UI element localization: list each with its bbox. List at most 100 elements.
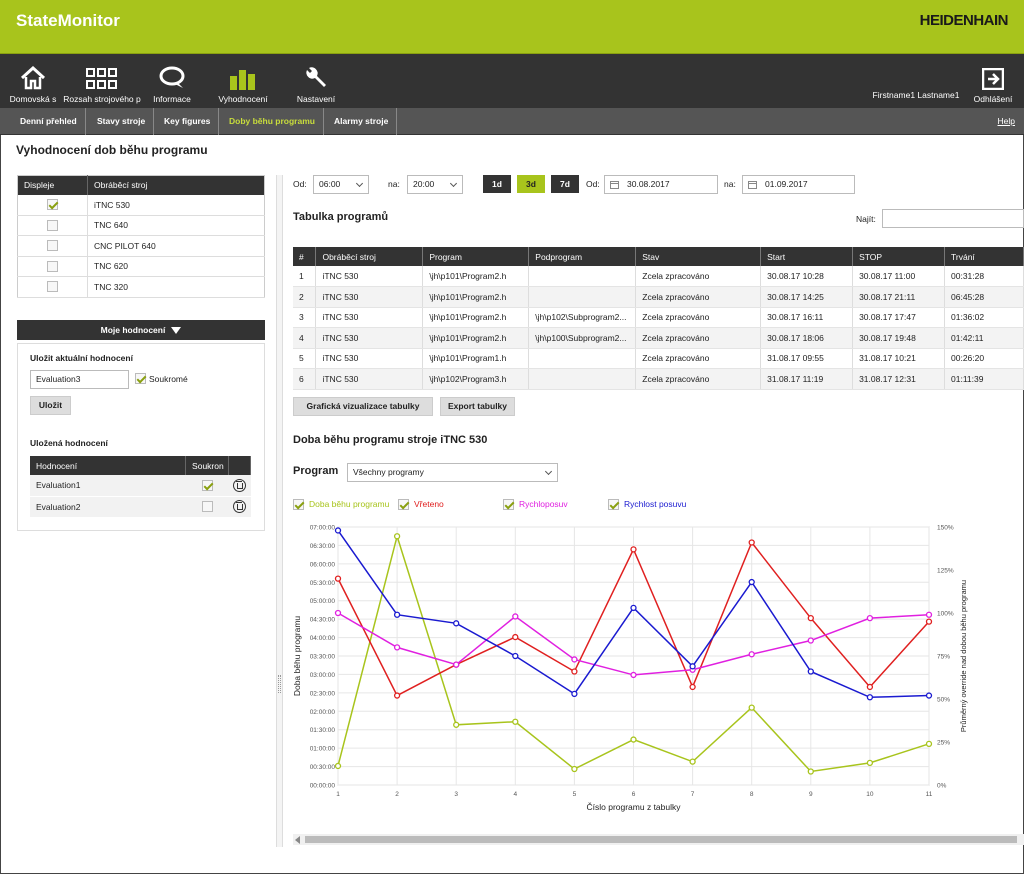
nav-evaluation[interactable]: Vyhodnocení <box>216 66 270 104</box>
column-header[interactable]: Trvání <box>944 247 1024 266</box>
private-checkbox[interactable] <box>201 501 213 513</box>
column-header <box>228 456 251 475</box>
table-row[interactable]: 6 iTNC 530 \jh\p102\Program3.h Zcela zpraco… <box>293 368 1024 390</box>
search-input[interactable] <box>882 209 1024 228</box>
date-to-input[interactable]: 01.09.2017 <box>742 175 855 194</box>
y2-tick-label: 125% <box>937 568 954 575</box>
range-7d-button[interactable]: 7d <box>551 175 579 193</box>
tab-key-figures[interactable]: Key figures <box>156 108 220 135</box>
table-row[interactable]: 4 iTNC 530 \jh\p101\Program2.h \jh\p100\Sub… <box>293 327 1024 349</box>
y-axis-label: Doba běhu programu <box>292 616 302 697</box>
machine-row[interactable]: iTNC 530 <box>17 194 265 216</box>
horizontal-scrollbar[interactable] <box>293 834 1024 845</box>
machine-name: iTNC 530 <box>87 194 265 216</box>
table-cell: iTNC 530 <box>315 327 424 349</box>
private-checkbox[interactable] <box>135 373 146 384</box>
data-point <box>512 652 519 660</box>
display-cell <box>17 194 88 216</box>
data-point <box>571 656 578 663</box>
saved-evaluation-row[interactable]: Evaluation2 <box>30 496 251 518</box>
nav-machine-range[interactable]: Rozsah strojového p <box>62 66 142 104</box>
date-from-label: Od: <box>586 179 600 189</box>
delete-icon[interactable] <box>233 500 246 513</box>
tab-machine-alarms[interactable]: Alarmy stroje <box>326 108 398 135</box>
table-cell: Zcela zpracováno <box>635 307 762 328</box>
evaluation-name: Evaluation2 <box>30 496 186 518</box>
nav-info[interactable]: Informace <box>150 66 194 104</box>
private-checkbox[interactable] <box>201 479 213 491</box>
legend-feed[interactable]: Rychlost posuvu <box>608 499 686 511</box>
table-cell: \jh\p101\Program2.h <box>422 286 530 308</box>
display-checkbox[interactable] <box>47 199 58 211</box>
tab-daily-overview[interactable]: Denní přehled <box>12 108 86 135</box>
help-link[interactable]: Help <box>998 108 1015 135</box>
range-3d-button[interactable]: 3d <box>517 175 545 193</box>
column-header[interactable]: Podprogram <box>528 247 637 266</box>
nav-settings[interactable]: Nastavení <box>294 66 338 104</box>
legend-rapid[interactable]: Rychloposuv <box>503 499 568 511</box>
machine-row[interactable]: TNC 640 <box>17 215 265 236</box>
legend-checkbox[interactable] <box>503 499 514 511</box>
evaluation-name-input[interactable]: Evaluation3 <box>30 370 129 389</box>
saved-evaluations-label: Uložená hodnocení <box>30 438 108 448</box>
legend-runtime[interactable]: Doba běhu programu <box>293 499 389 511</box>
legend-checkbox[interactable] <box>293 499 304 511</box>
my-evaluations-toggle[interactable]: Moje hodnocení <box>17 320 265 340</box>
tab-program-runtimes[interactable]: Doby běhu programu <box>221 108 324 135</box>
column-header[interactable]: # <box>293 247 317 266</box>
machine-row[interactable]: CNC PILOT 640 <box>17 235 265 257</box>
display-cell <box>17 235 88 257</box>
table-row[interactable]: 2 iTNC 530 \jh\p101\Program2.h Zcela zpraco… <box>293 286 1024 308</box>
saved-evaluation-row[interactable]: Evaluation1 <box>30 475 251 497</box>
machine-row[interactable]: TNC 620 <box>17 256 265 277</box>
wrench-icon <box>294 66 338 90</box>
range-1d-button[interactable]: 1d <box>483 175 511 193</box>
display-checkbox[interactable] <box>47 281 58 293</box>
splitter-grip[interactable] <box>278 675 281 693</box>
nav-home[interactable]: Domovská s <box>8 66 58 104</box>
tab-machine-states[interactable]: Stavy stroje <box>89 108 155 135</box>
table-cell: \jh\p102\Program3.h <box>422 368 530 390</box>
legend-checkbox[interactable] <box>398 499 409 511</box>
logout-button[interactable]: Odhlášení <box>970 66 1016 104</box>
time-from-select[interactable]: 06:00 <box>313 175 369 194</box>
column-header[interactable]: Start <box>760 247 854 266</box>
time-from-label: Od: <box>293 179 307 189</box>
legend-checkbox[interactable] <box>608 499 619 511</box>
column-header[interactable]: STOP <box>852 247 946 266</box>
table-row[interactable]: 3 iTNC 530 \jh\p101\Program2.h \jh\p102\Sub… <box>293 307 1024 328</box>
export-table-button[interactable]: Export tabulky <box>440 397 515 416</box>
legend-spindle[interactable]: Vřeteno <box>398 499 444 511</box>
date-from-input[interactable]: 30.08.2017 <box>604 175 718 194</box>
x-tick-label: 10 <box>866 791 874 798</box>
data-point <box>453 661 460 668</box>
private-label: Soukromé <box>149 374 188 384</box>
program-table-title: Tabulka programů <box>293 211 389 223</box>
time-to-select[interactable]: 20:00 <box>407 175 463 194</box>
private-cell <box>185 475 229 497</box>
machine-row[interactable]: TNC 320 <box>17 276 265 298</box>
table-row[interactable]: 5 iTNC 530 \jh\p101\Program1.h Zcela zpraco… <box>293 348 1024 369</box>
table-cell: iTNC 530 <box>315 286 424 308</box>
column-header[interactable]: Obráběcí stroj <box>315 247 424 266</box>
top-bar: StateMonitor HEIDENHAIN <box>0 0 1024 54</box>
display-checkbox[interactable] <box>47 260 58 272</box>
save-button[interactable]: Uložit <box>30 396 71 415</box>
table-row[interactable]: 1 iTNC 530 \jh\p101\Program2.h Zcela zpraco… <box>293 266 1024 287</box>
scrollbar-thumb[interactable] <box>305 836 1017 843</box>
display-checkbox[interactable] <box>47 219 58 231</box>
y-tick-label: 05:30:00 <box>310 580 336 587</box>
data-point <box>334 527 342 534</box>
delete-icon[interactable] <box>233 478 246 492</box>
table-cell: iTNC 530 <box>315 307 424 328</box>
program-select[interactable]: Všechny programy <box>347 463 558 482</box>
column-header[interactable]: Program <box>422 247 530 266</box>
display-checkbox[interactable] <box>47 240 58 252</box>
visualize-table-button[interactable]: Grafická vizualizace tabulky <box>293 397 433 416</box>
page-title: Vyhodnocení dob běhu programu <box>16 143 208 157</box>
panel-splitter[interactable] <box>276 175 283 847</box>
scroll-left-icon[interactable] <box>295 836 300 844</box>
y-tick-label: 06:30:00 <box>310 543 336 550</box>
x-tick-label: 8 <box>750 791 754 798</box>
column-header[interactable]: Stav <box>635 247 762 266</box>
